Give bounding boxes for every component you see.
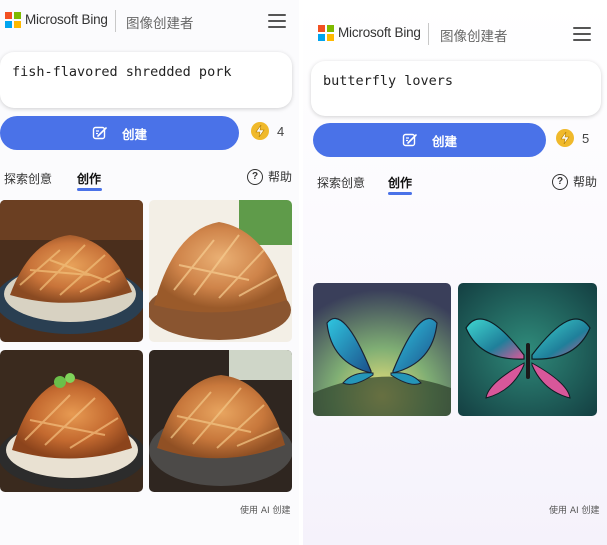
create-button-label: 创建 [431, 133, 457, 149]
header-separator [428, 23, 429, 45]
help-link[interactable]: ? 帮助 [247, 168, 292, 185]
help-label: 帮助 [268, 170, 293, 184]
microsoft-logo-icon[interactable] [318, 25, 334, 41]
help-icon: ? [247, 168, 263, 185]
generated-image-4[interactable] [149, 350, 292, 492]
active-tab-underline [388, 192, 412, 195]
screenshot-stage: Microsoft Bing 图像创建者 fish-flavored shred… [0, 0, 607, 545]
lightning-boost-icon [556, 129, 574, 147]
header: Microsoft Bing 图像创建者 [0, 0, 299, 40]
lightning-boost-icon [251, 122, 269, 140]
app-title: 图像创建者 [126, 16, 194, 32]
boost-count: 5 [582, 130, 590, 146]
tab-explore[interactable]: 探索创意 [317, 174, 365, 191]
brand-name[interactable]: Microsoft Bing [338, 25, 421, 40]
tab-creations[interactable]: 创作 [77, 170, 101, 187]
microsoft-logo-icon[interactable] [5, 12, 21, 28]
generated-image-3[interactable] [0, 350, 143, 492]
generated-image-1[interactable] [0, 200, 143, 342]
boosts-indicator[interactable]: 5 [556, 129, 589, 147]
generated-image-2[interactable] [458, 283, 597, 416]
help-link[interactable]: ? 帮助 [552, 173, 597, 190]
ai-footer-note: 使用 AI 创建 [240, 506, 291, 516]
active-tab-underline [77, 188, 102, 191]
generated-image-2[interactable] [149, 200, 292, 342]
create-wand-icon [402, 133, 417, 147]
header-separator [115, 10, 116, 32]
hamburger-menu-icon[interactable] [573, 27, 591, 41]
boost-count: 4 [277, 123, 285, 139]
boosts-indicator[interactable]: 4 [251, 122, 284, 140]
left-panel: Microsoft Bing 图像创建者 fish-flavored shred… [0, 0, 299, 545]
help-label: 帮助 [573, 175, 598, 189]
create-button[interactable]: 创建 [0, 116, 239, 150]
generated-image-1[interactable] [313, 283, 451, 416]
brand-name[interactable]: Microsoft Bing [25, 12, 108, 27]
create-button-label: 创建 [121, 126, 147, 142]
create-button[interactable]: 创建 [313, 123, 546, 157]
app-title: 图像创建者 [440, 29, 508, 45]
create-wand-icon [92, 126, 107, 140]
prompt-input[interactable]: fish-flavored shredded pork [0, 52, 292, 108]
help-icon: ? [552, 173, 568, 190]
right-panel: Microsoft Bing 图像创建者 butterfly lovers 创建… [303, 0, 607, 545]
tab-explore[interactable]: 探索创意 [4, 170, 52, 187]
hamburger-menu-icon[interactable] [268, 14, 286, 28]
ai-footer-note: 使用 AI 创建 [549, 506, 600, 516]
header: Microsoft Bing 图像创建者 [303, 13, 607, 53]
tab-creations[interactable]: 创作 [388, 174, 412, 191]
prompt-input[interactable]: butterfly lovers [311, 61, 601, 116]
